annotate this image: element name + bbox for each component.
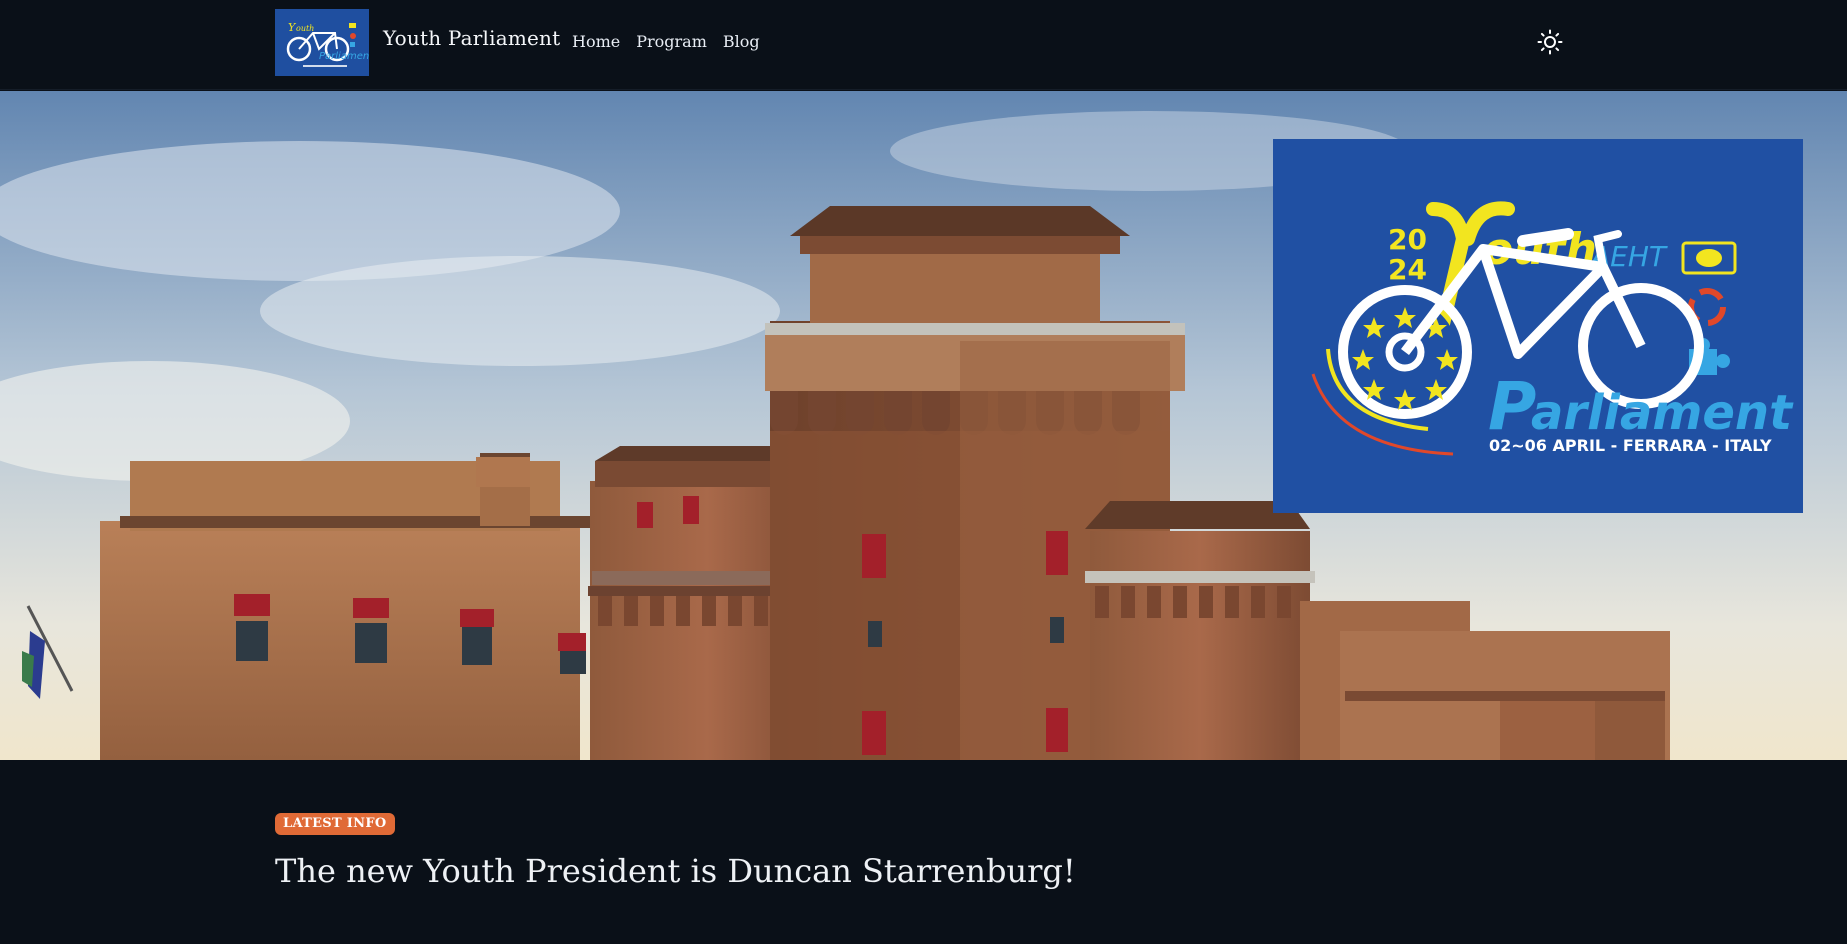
brand-logo[interactable]: Y outh Parliament <box>275 9 369 76</box>
theme-toggle-button[interactable] <box>1537 29 1563 55</box>
hero-banner: 20 24 outh AEHT P arliament 02~06 APRIL … <box>0 91 1847 760</box>
nav-program-link[interactable]: Program <box>636 32 707 51</box>
news-headline[interactable]: The new Youth President is Duncan Starre… <box>275 852 1076 890</box>
sun-icon <box>1537 29 1563 55</box>
event-logo-graphic: 20 24 outh AEHT P arliament 02~06 APRIL … <box>1273 139 1803 513</box>
nav-blog-link[interactable]: Blog <box>723 32 760 51</box>
nav-home-link[interactable]: Home <box>572 32 620 51</box>
svg-text:outh: outh <box>296 24 314 33</box>
event-logo: 20 24 outh AEHT P arliament 02~06 APRIL … <box>1273 139 1803 513</box>
svg-text:Parliament: Parliament <box>319 51 369 62</box>
bicycle-logo-icon: Y outh Parliament <box>275 9 369 76</box>
logo-year-bottom: 24 <box>1388 253 1427 286</box>
main-nav: Home Program Blog <box>572 32 760 51</box>
latest-news-section: LATEST INFO The new Youth President is D… <box>275 812 1076 890</box>
logo-event-details: 02~06 APRIL - FERRARA - ITALY <box>1489 436 1772 455</box>
top-navbar: Y outh Parliament Youth Parliament Home … <box>0 0 1847 90</box>
svg-text:P: P <box>1488 368 1536 445</box>
logo-word-parliament: arliament <box>1531 385 1794 441</box>
brand-name[interactable]: Youth Parliament <box>383 26 560 50</box>
latest-info-badge: LATEST INFO <box>275 813 395 835</box>
logo-year-top: 20 <box>1388 223 1427 256</box>
